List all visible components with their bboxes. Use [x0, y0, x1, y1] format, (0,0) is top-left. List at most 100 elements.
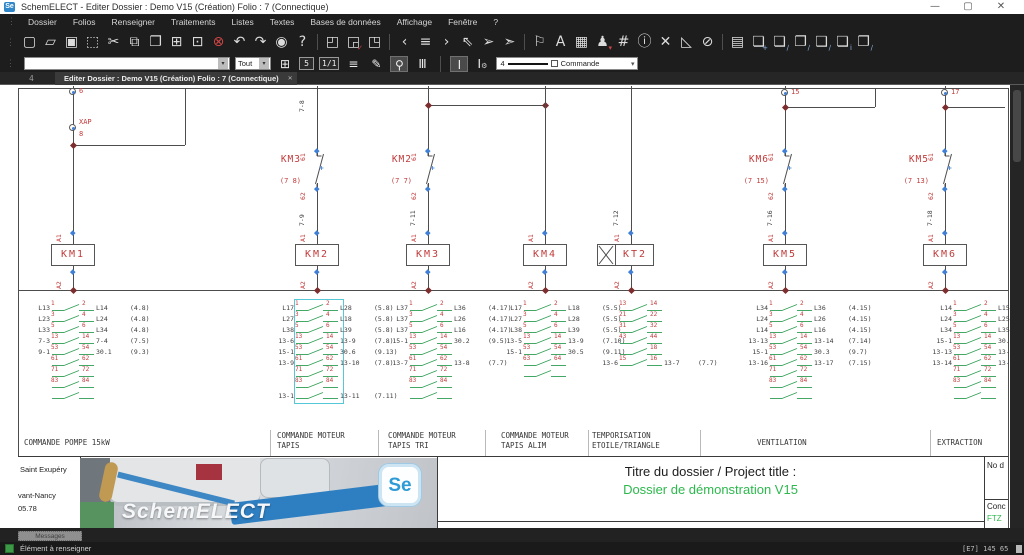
menu-item-textes[interactable]: Textes [262, 17, 303, 27]
wire-config-icon[interactable]: I⚙ [473, 56, 491, 72]
send-pointer-icon[interactable]: ➢ [478, 31, 499, 53]
menu-item-renseigner[interactable]: Renseigner [104, 17, 163, 27]
folio-list-icon[interactable]: ≡ [415, 31, 436, 53]
print-batch-icon[interactable]: ⊡ [187, 31, 208, 53]
symbol-grid-icon[interactable]: ▦ [571, 31, 592, 53]
redo-icon[interactable]: ↷ [250, 31, 271, 53]
next-folio-icon[interactable]: › [436, 31, 457, 53]
layers-icon[interactable]: ≡ [344, 56, 362, 72]
wire-terminal-tick [315, 231, 320, 236]
hide-attributes-icon[interactable]: ⊘ [697, 31, 718, 53]
contact-mirror-KM5[interactable]: 12L34L36(4.15)34L24L26(4.15)56L14L16(4.1… [744, 302, 894, 407]
contact-mirror-KM1[interactable]: 12L13L14(4.8)34L23L24(4.8)56L33L34(4.8)1… [26, 302, 176, 407]
close-button[interactable]: ✕ [988, 0, 1014, 13]
nc-contact-KM3[interactable] [307, 151, 327, 189]
catalog-icon[interactable]: Ⅲ [413, 56, 431, 72]
new-document-icon[interactable]: ▢ [19, 31, 40, 53]
scrollbar-thumb[interactable] [1013, 90, 1021, 162]
paste-icon[interactable]: ❐ [145, 31, 166, 53]
menu-item-listes[interactable]: Listes [224, 17, 262, 27]
print-icon[interactable]: ⊞ [166, 31, 187, 53]
mirror-terminal-number: 2 [984, 300, 988, 307]
note-copy-icon[interactable]: ❐∕ [790, 31, 811, 53]
mirror-wire-label: 13-9 [270, 359, 294, 367]
open-folder-icon[interactable]: ▱ [40, 31, 61, 53]
mirror-terminal-number: 6 [554, 322, 558, 329]
pencil-icon[interactable]: ✎ [367, 56, 385, 72]
help-icon[interactable]: ? [292, 31, 313, 53]
symbol-search-input[interactable] [25, 59, 218, 68]
information-icon[interactable]: ⓘ [634, 31, 655, 53]
note-add-icon[interactable]: ❏+ [748, 31, 769, 53]
folio-indicator[interactable]: 4 [29, 74, 34, 83]
measure-angle-icon[interactable]: ◺ [676, 31, 697, 53]
note-edit-icon[interactable]: ❏∕ [769, 31, 790, 53]
note-info-icon[interactable]: ❏i [832, 31, 853, 53]
mirror-terminal-number: 14 [440, 333, 447, 340]
wire-tool-icon[interactable]: I [450, 56, 468, 72]
function-label: EXTRACTION [937, 438, 982, 447]
tab-close-icon[interactable]: ✕ [288, 72, 293, 85]
wire-type-combo[interactable]: 4 Commande ▾ [496, 57, 638, 70]
note-move-icon[interactable]: ❑∕ [811, 31, 832, 53]
send-pointer-alt-icon[interactable]: ➣ [499, 31, 520, 53]
contact-ref: (7 13) [889, 177, 929, 185]
combo-dropdown-icon[interactable]: ▾ [259, 58, 269, 69]
grid-icon[interactable]: ⊞ [276, 56, 294, 72]
minimize-button[interactable]: — [922, 0, 948, 13]
maximize-button[interactable]: ▢ [955, 0, 981, 13]
record-macro-icon[interactable]: ◉ [271, 31, 292, 53]
previous-folio-icon[interactable]: ‹ [394, 31, 415, 53]
scale-field[interactable]: 5 [299, 57, 314, 70]
pointer-icon[interactable]: ⇖ [457, 31, 478, 53]
combo-dropdown-icon[interactable]: ▾ [218, 58, 228, 69]
nc-contact-KM2[interactable] [418, 151, 438, 189]
delete-icon[interactable]: ✕ [655, 31, 676, 53]
mirror-terminal-number: 72 [82, 366, 89, 373]
menu-item-fenetre[interactable]: Fenêtre [440, 17, 485, 27]
window-folio-icon[interactable]: ◰ [322, 31, 343, 53]
window-protect-icon[interactable]: ◳ [364, 31, 385, 53]
grid-icon[interactable]: # [613, 31, 634, 53]
messages-clipboard-icon[interactable]: ▤ [727, 31, 748, 53]
menu-item-help[interactable]: ? [485, 17, 506, 27]
move-symbol-icon[interactable]: ⚐ [529, 31, 550, 53]
right-scrollbar[interactable] [1010, 85, 1024, 528]
window-validate-icon[interactable]: ◲✓ [343, 31, 364, 53]
mirror-location-ref: (7.5) [130, 337, 150, 345]
mirror-contact-symbol [296, 303, 338, 313]
filter-combo[interactable]: ▾ [235, 57, 271, 70]
menu-item-traitements[interactable]: Traitements [163, 17, 224, 27]
menu-item-affichage[interactable]: Affichage [389, 17, 440, 27]
abort-icon[interactable]: ⊗ [208, 31, 229, 53]
nc-contact-KM6[interactable] [775, 151, 795, 189]
copy-icon[interactable]: ⧉ [124, 31, 145, 53]
nc-contact-KM5[interactable] [935, 151, 955, 189]
save-icon[interactable]: ▣ [61, 31, 82, 53]
insert-text-icon[interactable]: A [550, 31, 571, 53]
schematic-canvas[interactable]: 6XAP8A1A2KM17-86162KM3(7 8)7-9A1A2KM2616… [0, 85, 1010, 528]
mirror-terminal-number: 4 [800, 311, 804, 318]
lamp-icon[interactable]: ⚲ [390, 56, 408, 72]
symbol-search-combo[interactable]: ▾ [24, 57, 230, 70]
filter-input[interactable] [236, 59, 259, 68]
contact-mirror-KT2[interactable]: 131421223132434418151613-613-7(7.7) [594, 302, 744, 374]
tab-editer-dossier[interactable]: Editer Dossier : Demo V15 (Création) Fol… [55, 72, 297, 85]
supplier-database-icon[interactable]: ♟▾ [592, 31, 613, 53]
undo-icon[interactable]: ↶ [229, 31, 250, 53]
select-zone-icon[interactable]: ⬚ [82, 31, 103, 53]
folio-position-field[interactable]: 1/1 [319, 57, 339, 70]
mirror-wire-label: L39 [568, 326, 580, 334]
menu-item-bases-de-donnees[interactable]: Bases de données [302, 17, 388, 27]
cut-icon[interactable]: ✂ [103, 31, 124, 53]
mirror-terminal-number: 6 [800, 322, 804, 329]
mirror-terminal-number: 71 [953, 366, 960, 373]
menu-item-dossier[interactable]: Dossier [20, 17, 65, 27]
contact-ref: (7 8) [261, 177, 301, 185]
note-delete-icon[interactable]: ❐∕ [853, 31, 874, 53]
mirror-contact-symbol [770, 303, 812, 313]
messages-button[interactable]: Messages [18, 531, 82, 541]
menu-item-folios[interactable]: Folios [65, 17, 104, 27]
contact-mirror-KM6[interactable]: 12L14L1534L24L2556L34L35131415-130.45354… [928, 302, 1010, 407]
titleblock-divider [984, 499, 1008, 500]
